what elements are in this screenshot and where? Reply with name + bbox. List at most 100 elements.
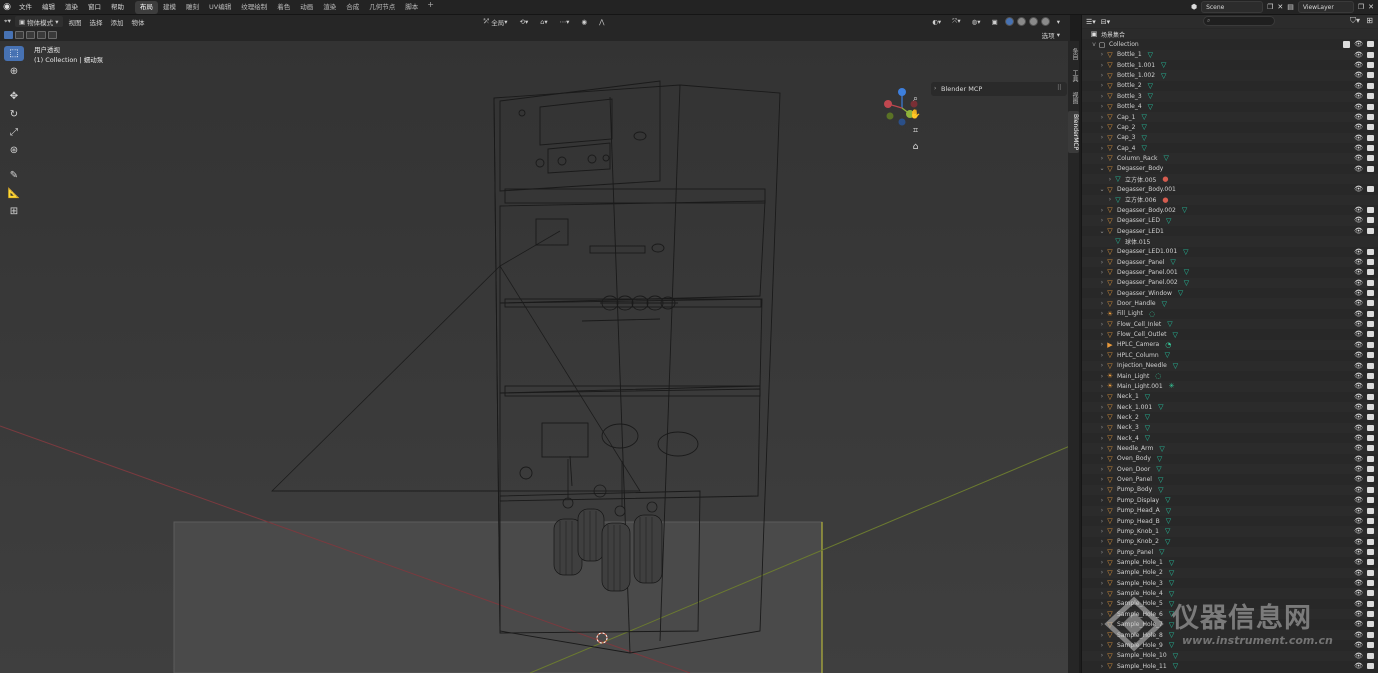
add-workspace-button[interactable]: + [423,0,438,14]
outliner-row[interactable]: › ▽ Degasser_Panel ▽ 👁 [1082,256,1378,268]
mesh-data-icon[interactable]: ▽ [1169,600,1174,608]
expand-arrow-icon[interactable]: › [1098,466,1106,473]
expand-arrow-icon[interactable]: › [1098,290,1106,297]
render-camera-icon[interactable] [1367,300,1374,307]
render-camera-icon[interactable] [1367,590,1374,597]
tab-view[interactable]: 视图 [1068,89,1079,107]
overlay-toggle-icon[interactable]: ◍▾ [968,16,985,27]
eye-icon[interactable]: 👁 [1354,258,1363,266]
eye-icon[interactable]: 👁 [1354,589,1363,597]
expand-arrow-icon[interactable]: › [1098,373,1106,380]
expand-arrow-icon[interactable]: › [1098,414,1106,421]
outliner-row[interactable]: › ▽ Sample_Hole_1 ▽ 👁 [1082,557,1378,568]
render-camera-icon[interactable] [1367,207,1374,214]
expand-arrow-icon[interactable]: › [1098,590,1106,597]
mesh-data-icon[interactable]: ▽ [1169,579,1174,587]
mesh-data-icon[interactable]: ▽ [1169,569,1174,577]
eye-icon[interactable]: 👁 [1354,413,1363,421]
render-camera-icon[interactable] [1367,611,1374,618]
collapse-arrow-icon[interactable]: ⌄ [1098,186,1106,193]
tab-uv-editing[interactable]: UV编辑 [204,1,236,14]
outliner-row[interactable]: › ▽ Oven_Door ▽ 👁 [1082,464,1378,475]
expand-arrow-icon[interactable]: › [1098,93,1106,100]
material-icon[interactable]: ● [1162,196,1168,204]
include-checkbox[interactable] [1343,40,1351,48]
mesh-data-icon[interactable]: ▽ [1158,486,1163,494]
render-camera-icon[interactable] [1367,435,1374,442]
menu-select[interactable]: 选择 [86,16,107,27]
mesh-data-icon[interactable]: ▽ [1159,548,1164,556]
render-camera-icon[interactable] [1367,507,1374,514]
eye-icon[interactable]: 👁 [1354,113,1363,121]
camera-view-icon[interactable]: ⌗ [908,123,923,138]
render-camera-icon[interactable] [1367,414,1374,421]
expand-arrow-icon[interactable]: › [1098,134,1106,141]
visibility-icon[interactable]: ◐▾ [928,16,945,27]
outliner-row[interactable]: › ▽ Pump_Head_A ▽ 👁 [1082,505,1378,516]
expand-arrow-icon[interactable]: › [1106,196,1114,203]
outliner-row[interactable]: › ▽ Bottle_3 ▽ 👁 [1082,91,1378,102]
expand-arrow-icon[interactable]: › [1098,424,1106,431]
mesh-data-icon[interactable]: ▽ [1145,413,1150,421]
filter-icon[interactable]: ⛉▾ [1350,16,1360,26]
outliner-row[interactable]: › ▽ Column_Rack ▽ 👁 [1082,153,1378,164]
expand-arrow-icon[interactable]: › [1098,497,1106,504]
outliner-row[interactable]: › ▽ Sample_Hole_7 ▽ 👁 [1082,619,1378,630]
mesh-data-icon[interactable]: ▽ [1145,434,1150,442]
outliner-row[interactable]: › ▽ Sample_Hole_11 ▽ 👁 [1082,660,1378,672]
eye-icon[interactable]: 👁 [1354,227,1363,235]
drag-handle-icon[interactable]: ⠿ [1057,84,1062,92]
outliner-row[interactable]: › ▽ Cap_2 ▽ 👁 [1082,122,1378,133]
eye-icon[interactable]: 👁 [1354,144,1363,152]
mesh-data-icon[interactable]: ▽ [1165,496,1170,504]
mesh-data-icon[interactable]: ▽ [1142,134,1147,142]
mesh-data-icon[interactable]: ▽ [1142,113,1147,121]
render-camera-icon[interactable] [1367,72,1374,79]
render-camera-icon[interactable] [1367,559,1374,566]
eye-icon[interactable]: 👁 [1354,320,1363,328]
mesh-data-icon[interactable]: ▽ [1158,476,1163,484]
outliner-row[interactable]: › ▽ Neck_3 ▽ 👁 [1082,422,1378,434]
tab-geometry-nodes[interactable]: 几何节点 [364,1,400,14]
expand-arrow-icon[interactable]: › [1098,507,1106,514]
menu-file[interactable]: 文件 [14,0,37,15]
mesh-data-icon[interactable]: ▽ [1170,258,1175,266]
eye-icon[interactable]: 👁 [1354,216,1363,224]
outliner-row[interactable]: › ▽ Sample_Hole_2 ▽ 👁 [1082,567,1378,579]
eye-icon[interactable]: 👁 [1354,71,1363,79]
gizmo-toggle-icon[interactable]: ⤧▾ [948,16,964,27]
blender-logo-icon[interactable]: ◉ [0,0,14,15]
outliner-row[interactable]: › ▽ Bottle_1 ▽ 👁 [1082,49,1378,61]
snap-icon[interactable]: ⌂▾ [536,16,551,27]
zoom-icon[interactable]: ⌕ [908,91,923,106]
transform-icon[interactable]: ⊛ [4,143,24,158]
outliner-row[interactable]: › ▽ Flow_Cell_Inlet ▽ 👁 [1082,319,1378,330]
render-camera-icon[interactable] [1367,476,1374,483]
outliner-row[interactable]: › ▽ 立方体.005 ● [1082,174,1378,185]
expand-arrow-icon[interactable]: › [1098,114,1106,121]
mesh-data-icon[interactable]: ▽ [1169,559,1174,567]
render-camera-icon[interactable] [1367,455,1374,462]
eye-icon[interactable]: 👁 [1354,51,1363,59]
eye-icon[interactable]: 👁 [1354,548,1363,556]
expand-arrow-icon[interactable]: › [1098,435,1106,442]
outliner-row[interactable]: › ▽ Bottle_1.001 ▽ 👁 [1082,60,1378,71]
outliner-row[interactable]: › ☀ Main_Light ◌ 👁 [1082,370,1378,382]
rotate-icon[interactable]: ↻ [4,107,24,122]
outliner-row[interactable]: › ▽ Neck_1 ▽ 👁 [1082,391,1378,402]
mesh-data-icon[interactable]: ▽ [1163,154,1168,162]
mesh-data-icon[interactable]: ▽ [1166,217,1171,225]
expand-arrow-icon[interactable]: › [1098,528,1106,535]
outliner-row[interactable]: › ☀ Main_Light.001 ✳ 👁 [1082,381,1378,392]
expand-arrow-icon[interactable]: › [1106,176,1114,183]
expand-arrow-icon[interactable]: › [1098,331,1106,338]
outliner-row[interactable]: › ▽ Pump_Body ▽ 👁 [1082,484,1378,496]
eye-icon[interactable]: 👁 [1354,40,1363,48]
eye-icon[interactable]: 👁 [1354,641,1363,649]
outliner-row[interactable]: › ▽ Sample_Hole_8 ▽ 👁 [1082,629,1378,641]
render-camera-icon[interactable] [1367,217,1374,224]
eye-icon[interactable]: 👁 [1354,662,1363,670]
solid-shading-icon[interactable] [1016,17,1026,26]
proportional-edit-icon[interactable]: ◉ [577,16,591,27]
scale-icon[interactable]: ⤢ [4,125,24,140]
